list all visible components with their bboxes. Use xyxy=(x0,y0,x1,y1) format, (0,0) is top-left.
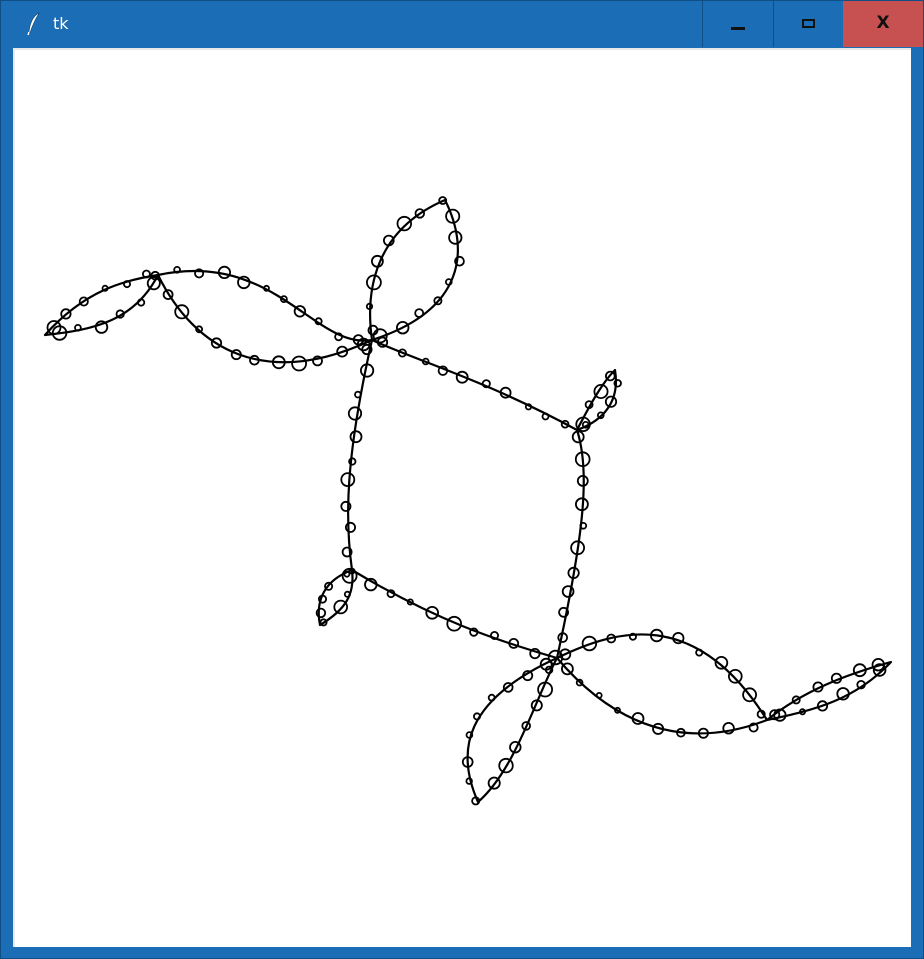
fractal-bud xyxy=(173,266,181,274)
fractal-bud xyxy=(595,692,603,699)
fractal-bud xyxy=(340,472,356,488)
window-title: tk xyxy=(53,14,69,33)
fractal-bud xyxy=(448,230,463,245)
fractal-bud xyxy=(101,284,109,292)
fractal-bud xyxy=(581,420,590,429)
fractal-bud xyxy=(347,406,363,421)
drawing-canvas[interactable] xyxy=(13,48,911,947)
fractal-bud xyxy=(465,777,473,785)
fractal-bud xyxy=(561,585,575,598)
fractal-bud xyxy=(727,668,743,684)
fractal-bud xyxy=(349,430,363,444)
maximize-button[interactable] xyxy=(773,1,843,47)
close-button[interactable]: X xyxy=(843,1,923,47)
feather-icon xyxy=(27,12,41,36)
app-window: tk X xyxy=(0,0,924,959)
fractal-bud xyxy=(524,403,533,411)
close-icon: X xyxy=(876,13,890,33)
maximize-icon xyxy=(802,18,815,28)
fractal-bud xyxy=(465,731,474,739)
fractal-bud xyxy=(343,590,351,598)
title-bar[interactable]: tk X xyxy=(1,1,923,47)
fractal-bud xyxy=(444,278,453,286)
fractal-bud xyxy=(333,599,349,615)
fractal-bud xyxy=(291,355,308,372)
fractal-bud xyxy=(541,412,550,421)
fractal-bud xyxy=(46,320,62,335)
fractal-bud xyxy=(396,215,413,232)
fractal-bud xyxy=(343,570,351,578)
minimize-icon xyxy=(731,26,745,30)
fractal-bud xyxy=(354,390,362,399)
julia-set-fractal xyxy=(43,196,893,806)
fractal-bud xyxy=(579,521,588,530)
fractal-bud xyxy=(414,308,425,319)
fractal-bud xyxy=(74,323,82,332)
minimize-button[interactable] xyxy=(702,1,773,47)
